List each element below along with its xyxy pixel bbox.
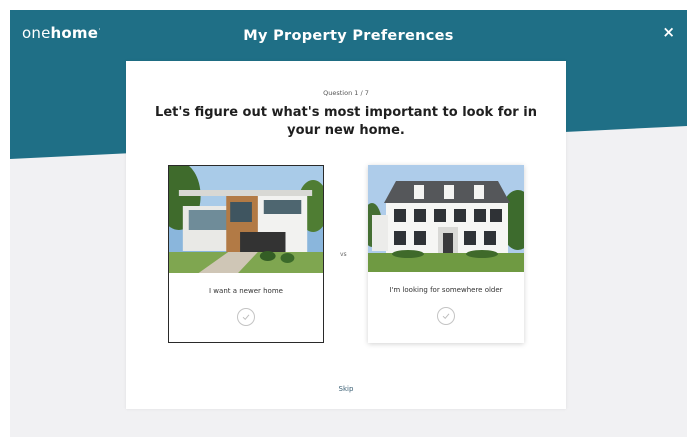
check-icon [437,307,455,325]
page-title: My Property Preferences [243,28,454,44]
versus-label: vs [340,251,347,258]
modal-overlay: onehome· My Property Preferences × Quest… [10,10,687,437]
question-card: Question 1 / 7 Let's figure out what's m… [126,61,566,409]
skip-link[interactable]: Skip [126,385,566,393]
question-heading: Let's figure out what's most important t… [155,105,537,138]
check-icon [237,308,255,326]
modern-house-image [169,166,323,273]
close-icon[interactable]: × [662,25,675,40]
option-older-home[interactable]: I'm looking for somewhere older [368,165,524,343]
option-newer-home[interactable]: I want a newer home [168,165,324,343]
option-label: I want a newer home [209,287,283,295]
option-label: I'm looking for somewhere older [389,286,503,294]
question-counter: Question 1 / 7 [323,89,369,97]
colonial-house-image [368,165,524,272]
